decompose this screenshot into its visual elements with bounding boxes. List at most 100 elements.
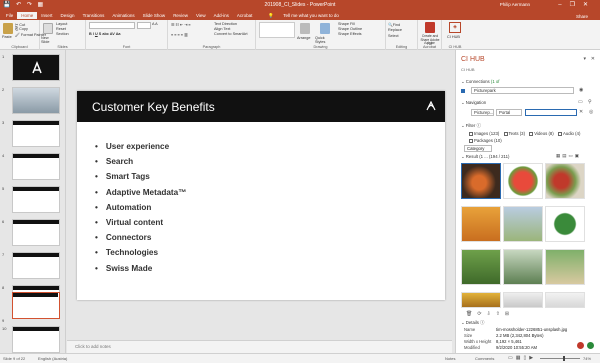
folder-icon[interactable]: ▭	[578, 99, 583, 105]
quick-styles-icon[interactable]	[320, 23, 330, 34]
shape-outline-button[interactable]: Shape Outline	[338, 27, 362, 31]
shapes-gallery[interactable]	[259, 22, 295, 38]
new-slide-icon[interactable]	[43, 23, 53, 34]
tab-add-ins[interactable]: Add-ins	[210, 12, 233, 19]
tab-insert[interactable]: Insert	[37, 12, 56, 19]
result-thumbnail[interactable]	[503, 292, 543, 308]
new-slide-button[interactable]: New Slide	[41, 36, 55, 44]
cihub-button[interactable]: CI HUB	[447, 35, 460, 39]
list-buttons[interactable]: ☰ ☷ ⇤ ⇥ ≡	[171, 22, 191, 27]
result-thumbnail[interactable]	[461, 292, 501, 308]
result-thumbnail[interactable]	[545, 249, 585, 285]
result-thumbnail[interactable]	[545, 163, 585, 199]
paste-button[interactable]: Paste	[2, 35, 12, 39]
slide-thumbnail[interactable]	[12, 54, 60, 81]
font-size-box[interactable]	[137, 22, 151, 29]
arrange-button[interactable]: Arrange	[297, 36, 311, 40]
filter-images[interactable]: Images (123)	[469, 131, 499, 136]
result-thumbnail[interactable]	[503, 163, 543, 199]
text-direction-button[interactable]: Text Direction	[214, 22, 237, 26]
source-select[interactable]: Picturep...	[471, 109, 494, 116]
zoom-slider[interactable]	[540, 358, 580, 359]
filter-row[interactable]: ⌄ Filter ⓘ	[461, 123, 595, 129]
notification-badge-icon[interactable]	[577, 342, 584, 349]
search-icon[interactable]: ⚲	[588, 99, 592, 105]
shape-fill-button[interactable]: Shape Fill	[338, 22, 355, 26]
view-mode-icons[interactable]: ▦▤▭▣	[556, 153, 581, 159]
asset-action-icons[interactable]: 🗑⟳⇩⇧⊞	[466, 311, 514, 317]
arrange-icon[interactable]	[300, 23, 310, 34]
pdf-icon[interactable]	[425, 22, 435, 33]
go-icon[interactable]: ◎	[589, 109, 593, 115]
tab-animations[interactable]: Animations	[108, 12, 138, 19]
tab-design[interactable]: Design	[57, 12, 79, 19]
connection-select[interactable]: Picturepark	[471, 87, 574, 94]
slide-thumbnail[interactable]	[12, 87, 60, 114]
notes-toggle[interactable]: Notes	[445, 356, 455, 361]
window-controls[interactable]: –❐✕	[558, 1, 596, 8]
select-button[interactable]: Select	[388, 34, 399, 38]
clear-icon[interactable]: ✕	[579, 109, 583, 115]
filter-checkbox[interactable]	[529, 131, 534, 136]
font-format-buttons[interactable]: B I U S abc AV Aa	[89, 32, 121, 36]
notes-pane[interactable]: Click to add notes	[67, 340, 452, 353]
cihub-icon[interactable]: ◈	[449, 22, 461, 33]
connections-row[interactable]: ⌄ Connections (1 of	[461, 79, 595, 85]
copy-button[interactable]: ⎘ Copy	[15, 27, 28, 31]
result-thumbnail[interactable]	[461, 206, 501, 242]
view-buttons[interactable]: ▭▦▯▶	[508, 355, 536, 361]
reset-button[interactable]: Reset	[56, 27, 66, 31]
tab-file[interactable]: File	[2, 12, 17, 19]
slide-title[interactable]: Customer Key Benefits	[92, 100, 215, 114]
align-text-button[interactable]: Align Text	[214, 27, 230, 31]
align-buttons[interactable]: ≡ ≡ ≡ ≡ ▥	[171, 32, 188, 37]
tab-view[interactable]: View	[192, 12, 210, 19]
pane-options-icon[interactable]: ▾	[583, 56, 586, 62]
tab-review[interactable]: Review	[169, 12, 192, 19]
font-name-box[interactable]	[89, 22, 135, 29]
section-button[interactable]: Section	[56, 32, 69, 36]
connection-checkbox[interactable]	[461, 88, 465, 93]
slide-thumbnail[interactable]	[12, 252, 60, 279]
zoom-slider-thumb[interactable]	[563, 356, 565, 361]
close-icon[interactable]: ✕	[591, 56, 595, 62]
slide-thumbnail[interactable]	[12, 153, 60, 180]
grow-shrink-font[interactable]: A A	[152, 22, 158, 26]
filter-videos[interactable]: Videos (8)	[529, 131, 554, 136]
result-thumbnail[interactable]	[545, 292, 585, 308]
details-row[interactable]: ⌄ Details ⓘ	[461, 320, 595, 326]
search-input[interactable]	[525, 109, 577, 116]
result-thumbnail[interactable]	[461, 163, 501, 199]
slide-thumbnail[interactable]	[12, 326, 60, 353]
result-thumbnail[interactable]	[503, 249, 543, 285]
slide-thumbnail[interactable]	[12, 186, 60, 213]
convert-smartart-button[interactable]: Convert to SmartArt	[214, 32, 248, 36]
bullet-list[interactable]: User experience Search Smart Tags Adapti…	[95, 139, 187, 276]
shape-effects-button[interactable]: Shape Effects	[338, 32, 362, 36]
filter-packages[interactable]: Packages (10)	[469, 138, 600, 143]
tab-acrobat[interactable]: Acrobat	[233, 12, 257, 19]
find-button[interactable]: 🔍Find	[388, 22, 400, 27]
filter-audio[interactable]: Audio (4)	[557, 131, 580, 136]
slide-thumbnail[interactable]	[12, 120, 60, 147]
current-slide[interactable]: Customer Key Benefits User experience Se…	[77, 91, 445, 300]
category-select[interactable]: Category	[464, 145, 492, 152]
user-name[interactable]: Philip Aermann	[500, 2, 530, 7]
replace-button[interactable]: Replace	[388, 28, 402, 32]
result-thumbnail[interactable]	[545, 206, 585, 242]
filter-texts[interactable]: Texts (3)	[503, 131, 525, 136]
filter-checkbox[interactable]	[503, 131, 508, 136]
comments-toggle[interactable]: Comments	[475, 356, 494, 361]
filter-checkbox[interactable]	[469, 131, 473, 136]
layout-button[interactable]: Layout	[56, 22, 67, 26]
tab-slide-show[interactable]: Slide Show	[139, 12, 170, 19]
filter-checkbox[interactable]	[469, 138, 473, 143]
paste-icon[interactable]	[3, 23, 13, 34]
filter-checkbox[interactable]	[557, 131, 562, 136]
result-thumbnail[interactable]	[503, 206, 543, 242]
slide-thumbnail[interactable]	[12, 219, 60, 246]
quick-styles-button[interactable]: Quick Styles	[315, 36, 335, 44]
slide-thumbnail-selected[interactable]	[12, 292, 60, 319]
slide-thumbnails-pane[interactable]: 1 2 3 4 5 6 7 8 9 10	[0, 50, 66, 353]
zoom-level[interactable]: 74%	[583, 356, 591, 361]
